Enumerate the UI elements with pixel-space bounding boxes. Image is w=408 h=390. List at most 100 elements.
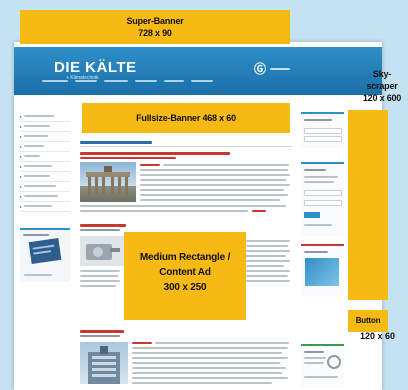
article-text-line	[140, 179, 286, 181]
article-text-line	[80, 205, 286, 207]
medium-rectangle-line-2: Content Ad	[159, 267, 211, 278]
right-box-search	[301, 112, 344, 148]
news-section-title	[80, 141, 152, 144]
sidebar-item[interactable]	[20, 182, 70, 192]
article-text-line	[80, 285, 116, 287]
login-button[interactable]	[304, 212, 320, 218]
partner-logo-text	[270, 68, 291, 70]
sidebar-item[interactable]	[20, 202, 70, 212]
right-box-login	[301, 162, 344, 236]
super-banner-title: Super-Banner	[126, 16, 184, 26]
sidebar-promo-box[interactable]	[20, 228, 70, 282]
device-illustration	[86, 244, 120, 260]
promo-image	[28, 238, 62, 264]
medium-rectangle-line-1: Medium Rectangle /	[139, 252, 231, 263]
login-field-2[interactable]	[304, 200, 342, 206]
article-text-line	[132, 352, 282, 354]
nav-item[interactable]	[75, 80, 97, 82]
nav-item[interactable]	[42, 80, 68, 82]
fullsize-banner-label: Fullsize-Banner 468 x 60	[136, 113, 236, 123]
nav-item[interactable]	[164, 80, 184, 82]
building-illustration	[88, 346, 120, 384]
read-more-link[interactable]	[252, 210, 266, 212]
medium-rectangle-size: 300 x 250	[163, 282, 207, 293]
skyscraper-ad: Sky- scraper 120 x 600	[356, 60, 408, 122]
partner-seal-icon[interactable]	[327, 355, 341, 369]
skyscraper-line-1: Sky-	[372, 69, 392, 79]
sidebar-item[interactable]	[20, 142, 70, 152]
article-text-line	[132, 357, 288, 359]
article-text-line	[140, 199, 280, 201]
right-box-promo	[301, 244, 344, 296]
promo-title	[23, 234, 49, 236]
sidebar-item[interactable]	[20, 132, 70, 142]
article-text-line	[80, 270, 120, 272]
skyscraper-ad-strip	[348, 110, 388, 300]
main-navigation	[42, 77, 213, 85]
article-text-line	[140, 189, 284, 191]
login-field[interactable]	[304, 190, 342, 196]
article-headline-3[interactable]	[80, 330, 124, 333]
skyscraper-line-2: scraper	[366, 81, 398, 91]
article-text-line	[246, 245, 288, 247]
article-text-line	[132, 372, 282, 374]
article-date-1	[140, 164, 160, 166]
article-text-line	[80, 210, 248, 212]
article-subline-1	[80, 157, 176, 159]
partner-logo[interactable]: Ⓖ	[254, 61, 296, 77]
sidebar-item[interactable]	[20, 192, 70, 202]
article-text-line	[140, 174, 290, 176]
fullsize-banner-ad: Fullsize-Banner 468 x 60	[82, 103, 290, 133]
article-subline-3	[80, 335, 120, 337]
article-headline-1[interactable]	[80, 152, 230, 155]
right-box-title	[304, 169, 326, 171]
article-image-device[interactable]	[80, 236, 124, 266]
promo-caption	[24, 274, 52, 276]
article-text-line	[132, 367, 286, 369]
article-text-line	[140, 194, 288, 196]
sidebar-menu	[20, 112, 72, 312]
article-text-line	[246, 255, 286, 257]
article-headline-2[interactable]	[80, 224, 126, 227]
nav-item[interactable]	[104, 80, 128, 82]
title-rule	[80, 146, 292, 147]
article-image-brandenburg-gate[interactable]	[80, 162, 136, 202]
right-box-text	[304, 357, 326, 359]
right-box-text	[304, 376, 338, 378]
right-box-title	[304, 351, 324, 353]
search-field[interactable]	[304, 128, 342, 134]
article-subline-2	[80, 229, 120, 231]
article-text-line	[132, 382, 272, 384]
article-text-line	[246, 280, 290, 282]
nav-item[interactable]	[135, 80, 157, 82]
article-text-line	[246, 275, 288, 277]
article-text-line	[246, 265, 284, 267]
right-box-title	[304, 119, 332, 121]
sidebar-item[interactable]	[20, 162, 70, 172]
search-field-2[interactable]	[304, 136, 342, 142]
article-text-line	[80, 275, 118, 277]
super-banner-size: 728 x 90	[138, 28, 172, 38]
medium-rectangle-ad: Medium Rectangle / Content Ad 300 x 250	[124, 232, 246, 320]
sidebar-item[interactable]	[20, 152, 70, 162]
sidebar-item[interactable]	[20, 172, 70, 182]
article-image-building[interactable]	[80, 342, 128, 384]
promo-magazine-image[interactable]	[305, 258, 339, 286]
button-ad-name: Button	[355, 316, 381, 325]
article-text-line	[163, 164, 289, 166]
right-box-text	[304, 176, 338, 178]
right-box-bottom	[301, 344, 344, 388]
article-text-line	[246, 250, 290, 252]
skyscraper-size: 120 x 600	[362, 93, 402, 103]
right-box-text	[304, 181, 334, 183]
right-box-text	[304, 362, 324, 364]
article-text-line	[80, 280, 120, 282]
nav-item[interactable]	[191, 80, 213, 82]
article-text-line	[132, 377, 288, 379]
sidebar-item[interactable]	[20, 122, 70, 132]
site-logo[interactable]: DIE KÄLTE	[54, 59, 137, 76]
article-text-line	[246, 260, 290, 262]
sidebar-item[interactable]	[20, 112, 70, 122]
right-box-title	[304, 251, 328, 253]
article-text-line	[132, 347, 288, 349]
